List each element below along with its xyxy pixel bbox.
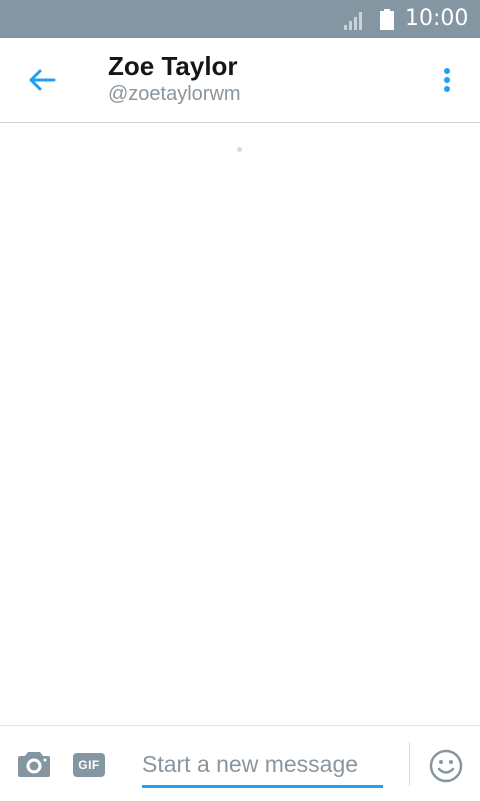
back-button[interactable] <box>22 60 62 100</box>
battery-icon <box>380 9 394 30</box>
status-time: 10:00 <box>405 6 469 31</box>
conversation-toolbar: Zoe Taylor @zoetaylorwm <box>0 38 480 123</box>
camera-button[interactable] <box>16 748 52 780</box>
message-composer: GIF <box>0 725 480 801</box>
composer-divider <box>409 742 410 786</box>
emoji-button[interactable] <box>428 748 464 784</box>
conversation-area <box>0 123 480 725</box>
arrow-left-icon <box>29 69 56 91</box>
page-title: Zoe Taylor <box>108 51 238 81</box>
status-bar: 10:00 <box>0 0 480 38</box>
conversation-header: Zoe Taylor @zoetaylorwm <box>108 50 241 106</box>
more-vertical-icon <box>444 68 450 92</box>
message-input[interactable] <box>142 744 383 788</box>
overflow-menu-button[interactable] <box>432 60 462 100</box>
username-subtitle: @zoetaylorwm <box>108 83 241 105</box>
signal-icon <box>344 12 362 30</box>
emoji-icon <box>429 749 463 783</box>
loading-indicator <box>237 147 242 152</box>
camera-icon <box>18 752 50 777</box>
gif-button[interactable]: GIF <box>73 753 105 777</box>
